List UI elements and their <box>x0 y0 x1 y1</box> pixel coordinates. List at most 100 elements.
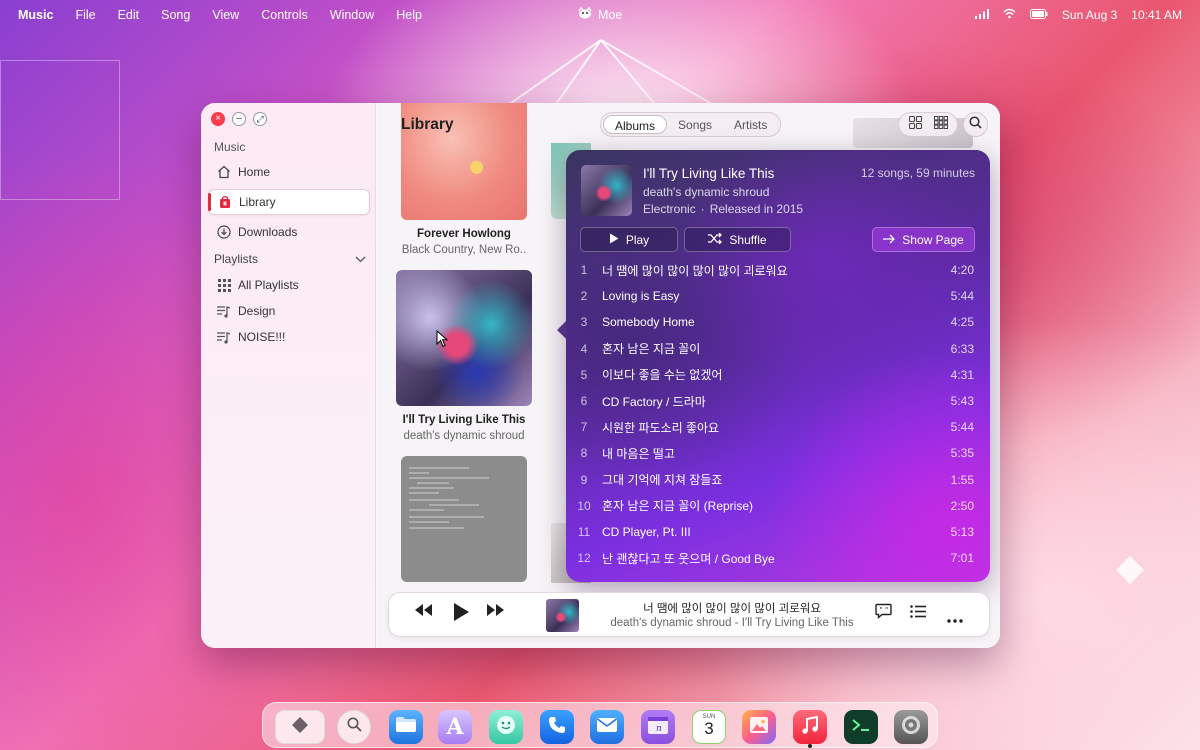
dock-launcher[interactable] <box>275 710 325 744</box>
track-row[interactable]: 8 내 마음은 떨고 5:35 <box>566 440 990 466</box>
now-playing-artwork[interactable] <box>546 599 579 632</box>
library-view-tabs: Albums Songs Artists <box>600 112 782 137</box>
track-row[interactable]: 6 CD Factory / 드라마 5:43 <box>566 388 990 414</box>
dock-editor[interactable]: A <box>438 710 472 744</box>
track-name: 너 땜에 많이 많이 많이 많이 괴로워요 <box>602 263 788 278</box>
track-name: 시원한 파도소리 좋아요 <box>602 420 720 435</box>
album-card[interactable] <box>401 456 527 582</box>
menu-controls[interactable]: Controls <box>261 8 308 22</box>
previous-track-button[interactable] <box>413 603 433 622</box>
track-number: 10 <box>577 498 591 513</box>
track-row[interactable]: 10 혼자 남은 지금 꼴이 (Reprise) 2:50 <box>566 493 990 519</box>
menu-center-status[interactable]: Moe <box>578 6 622 22</box>
mail-icon <box>596 717 618 738</box>
svg-text:n: n <box>656 724 662 734</box>
settings-icon <box>900 714 922 741</box>
play-album-button[interactable]: Play <box>580 227 678 252</box>
sidebar-title: Music <box>214 140 246 154</box>
maximize-button[interactable]: ⤢ <box>253 112 267 126</box>
dock-mail[interactable] <box>590 710 624 744</box>
lyrics-button[interactable]: " " <box>875 603 892 624</box>
dock-files[interactable] <box>389 710 423 744</box>
sidebar: × – ⤢ Music Home Library Downloads Playl… <box>201 103 376 648</box>
show-page-button[interactable]: Show Page <box>872 227 975 252</box>
track-row[interactable]: 1 너 땜에 많이 많이 많이 많이 괴로워요 4:20 <box>566 257 990 283</box>
sidebar-item-noise[interactable]: NOISE!!! <box>208 324 370 350</box>
popover-album-artist[interactable]: death's dynamic shroud <box>643 185 769 199</box>
track-name: CD Factory / 드라마 <box>602 394 706 409</box>
track-number: 7 <box>580 420 588 435</box>
menu-file[interactable]: File <box>75 8 95 22</box>
dock-phone[interactable] <box>540 710 574 744</box>
minimize-icon: – <box>236 113 242 124</box>
more-options-button[interactable] <box>947 610 963 628</box>
track-name: 그대 기억에 지쳐 잠들죠 <box>602 473 723 488</box>
cellular-signal-icon[interactable] <box>974 8 989 22</box>
sidebar-item-home[interactable]: Home <box>208 159 370 185</box>
track-duration: 4:20 <box>950 263 974 278</box>
track-row[interactable]: 9 그대 기억에 지쳐 잠들죠 1:55 <box>566 467 990 493</box>
next-track-button[interactable] <box>486 603 506 622</box>
tab-artists[interactable]: Artists <box>723 115 778 134</box>
shuffle-album-button[interactable]: Shuffle <box>684 227 791 252</box>
tab-songs[interactable]: Songs <box>667 115 723 134</box>
popover-album-title: I'll Try Living Like This <box>643 166 775 181</box>
dock-music[interactable] <box>793 710 827 744</box>
album-cover-terminal-text <box>401 456 527 582</box>
dock-calendar[interactable]: SUN 3 <box>692 710 726 744</box>
album-title: I'll Try Living Like This <box>402 414 526 426</box>
dock-photos[interactable] <box>742 710 776 744</box>
track-row[interactable]: 12 난 괜찮다고 또 웃으며 / Good Bye 7:01 <box>566 545 990 571</box>
dock-messages[interactable] <box>489 710 523 744</box>
search-icon <box>347 717 362 737</box>
wifi-icon[interactable] <box>1003 8 1016 22</box>
track-name: CD Player, Pt. III <box>602 524 691 539</box>
track-name: 내 마음은 떨고 <box>602 446 675 461</box>
track-duration: 5:44 <box>950 289 974 304</box>
album-card[interactable]: I'll Try Living Like This death's dynami… <box>396 270 532 442</box>
dock-search[interactable] <box>337 710 371 744</box>
track-row[interactable]: 3 Somebody Home 4:25 <box>566 309 990 335</box>
menu-window[interactable]: Window <box>330 8 374 22</box>
dock-settings[interactable] <box>894 710 928 744</box>
sidebar-item-library[interactable]: Library <box>208 189 370 215</box>
track-row[interactable]: 5 이보다 좋을 수는 없겠어 4:31 <box>566 362 990 388</box>
menu-view[interactable]: View <box>212 8 239 22</box>
menu-edit[interactable]: Edit <box>118 8 140 22</box>
dock-terminal[interactable] <box>844 710 878 744</box>
battery-icon[interactable] <box>1029 8 1048 22</box>
menu-app-name[interactable]: Music <box>18 8 53 22</box>
sidebar-item-downloads[interactable]: Downloads <box>208 219 370 245</box>
dock-notes[interactable]: n <box>641 710 675 744</box>
track-number: 6 <box>580 394 588 409</box>
mouse-cursor <box>436 329 449 353</box>
play-button[interactable] <box>452 602 470 627</box>
close-button[interactable]: × <box>211 112 225 126</box>
small-grid-button[interactable] <box>929 115 953 134</box>
track-row[interactable]: 7 시원한 파도소리 좋아요 5:44 <box>566 414 990 440</box>
track-row[interactable]: 4 혼자 남은 지금 꼴이 6:33 <box>566 336 990 362</box>
play-button-label: Play <box>625 232 650 247</box>
track-name: 난 괜찮다고 또 웃으며 / Good Bye <box>602 551 775 566</box>
now-playing-subtitle[interactable]: death's dynamic shroud - I'll Try Living… <box>587 617 877 629</box>
track-number: 5 <box>580 367 588 382</box>
search-button[interactable] <box>963 112 988 137</box>
track-duration: 4:31 <box>950 367 974 382</box>
track-number: 11 <box>577 524 591 539</box>
sidebar-item-all-playlists[interactable]: All Playlists <box>208 272 370 298</box>
large-grid-button[interactable] <box>903 115 927 134</box>
track-name: Somebody Home <box>602 315 695 330</box>
sidebar-item-label: NOISE!!! <box>238 330 286 344</box>
minimize-button[interactable]: – <box>232 112 246 126</box>
sidebar-item-design[interactable]: Design <box>208 298 370 324</box>
track-row[interactable]: 11 CD Player, Pt. III 5:13 <box>566 519 990 545</box>
menu-date[interactable]: Sun Aug 3 <box>1062 8 1117 22</box>
playlists-section-header[interactable]: Playlists <box>214 252 366 266</box>
menu-song[interactable]: Song <box>161 8 190 22</box>
track-row[interactable]: 2 Loving is Easy 5:44 <box>566 283 990 309</box>
queue-button[interactable] <box>910 605 926 623</box>
menu-time[interactable]: 10:41 AM <box>1131 8 1182 22</box>
tab-albums[interactable]: Albums <box>603 115 668 134</box>
sidebar-item-label: Downloads <box>238 225 298 239</box>
menu-help[interactable]: Help <box>396 8 422 22</box>
